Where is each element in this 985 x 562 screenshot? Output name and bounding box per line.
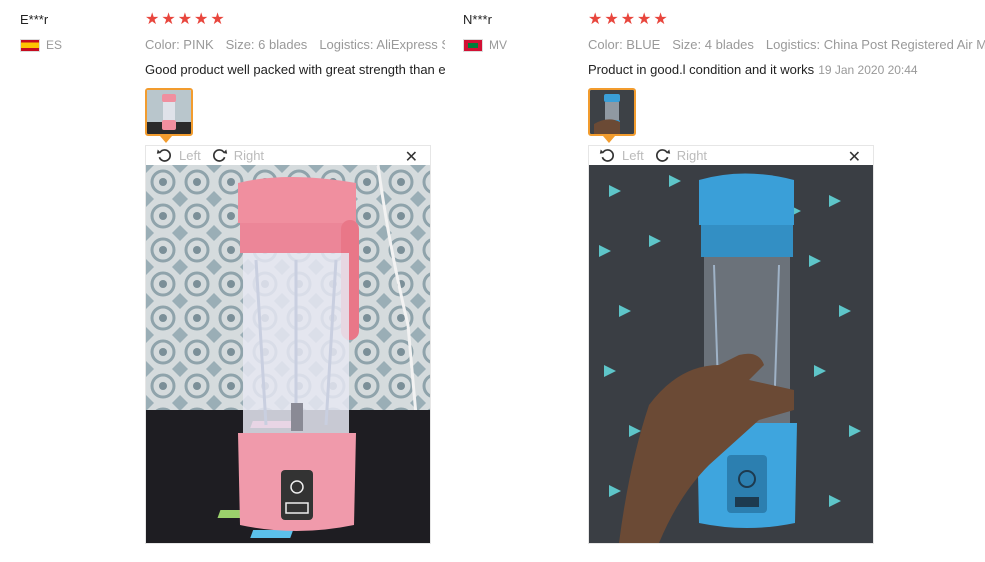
star-icon: ★	[161, 11, 176, 28]
star-icon: ★	[604, 11, 619, 28]
reviewer-country: MV	[463, 38, 507, 52]
attr-color: Color: BLUE	[588, 37, 661, 52]
rotate-left-button[interactable]: Left	[599, 147, 644, 164]
rotate-right-button[interactable]: Right	[211, 147, 264, 164]
review-text: Product in good.l condition and it works	[588, 62, 815, 77]
thumbnail-pointer	[160, 136, 172, 143]
review-photo-thumbnail[interactable]	[588, 88, 636, 136]
rotate-right-icon	[212, 149, 227, 162]
photo-viewer: Left Right ✕	[588, 145, 874, 544]
star-icon: ★	[177, 11, 193, 28]
star-icon: ★	[620, 11, 636, 28]
reviewer-name: E***r	[20, 12, 49, 27]
star-icon: ★	[637, 11, 652, 28]
rotate-right-icon	[655, 149, 670, 162]
review-text: Good product well packed with great stre…	[145, 62, 445, 77]
review-item: E***r ES ★ ★ ★ ★ ★ Color: PINK Size: 6 blades…	[0, 0, 445, 562]
star-icon: ★	[653, 11, 668, 28]
review-attributes: Color: PINK Size: 6 blades Logistics: AliE…	[145, 37, 445, 52]
review-photo-thumbnail[interactable]	[145, 88, 193, 136]
close-icon[interactable]: ✕	[405, 147, 418, 167]
attr-size: Size: 4 blades	[672, 37, 754, 52]
rotate-left-icon	[156, 149, 172, 162]
rotate-left-label: Left	[179, 148, 201, 163]
star-icon: ★	[194, 11, 209, 28]
thumbnail-pointer	[603, 136, 615, 143]
star-icon: ★	[588, 11, 603, 28]
close-icon[interactable]: ✕	[848, 147, 861, 167]
rotate-left-label: Left	[622, 148, 644, 163]
country-code: MV	[489, 38, 507, 52]
reviewer-country: ES	[20, 38, 62, 52]
review-photo	[146, 165, 430, 543]
country-code: ES	[46, 38, 63, 52]
spain-flag-icon	[20, 38, 40, 52]
review-content: Good product well packed with great stre…	[145, 62, 445, 77]
attr-logistics: Logistics: China Post Registered Air Mai…	[765, 37, 985, 52]
viewer-toolbar: Left Right ✕	[146, 146, 430, 167]
viewer-toolbar: Left Right ✕	[589, 146, 873, 167]
review-item: N***r MV ★ ★ ★ ★ ★ Color: BLUE Size: 4 blades…	[443, 0, 985, 562]
maldives-flag-icon	[463, 38, 483, 52]
rotate-left-icon	[599, 149, 615, 162]
rotate-right-label: Right	[233, 148, 265, 163]
star-rating: ★ ★ ★ ★ ★	[588, 12, 668, 28]
rotate-left-button[interactable]: Left	[156, 147, 201, 164]
review-attributes: Color: BLUE Size: 4 blades Logistics: Chin…	[588, 37, 985, 52]
review-date: 19 Jan 2020 20:44	[818, 63, 918, 77]
attr-logistics: Logistics: AliExpress Standard Shipping	[319, 37, 445, 52]
rotate-right-button[interactable]: Right	[654, 147, 707, 164]
review-photo	[589, 165, 873, 543]
review-content: Product in good.l condition and it works…	[588, 62, 985, 77]
star-icon: ★	[145, 11, 160, 28]
attr-size: Size: 6 blades	[225, 37, 308, 52]
reviewer-name: N***r	[463, 12, 492, 27]
star-icon: ★	[210, 11, 225, 28]
attr-color: Color: PINK	[145, 37, 214, 52]
star-rating: ★ ★ ★ ★ ★	[145, 12, 225, 28]
photo-viewer: Left Right ✕	[145, 145, 431, 544]
rotate-right-label: Right	[676, 148, 708, 163]
